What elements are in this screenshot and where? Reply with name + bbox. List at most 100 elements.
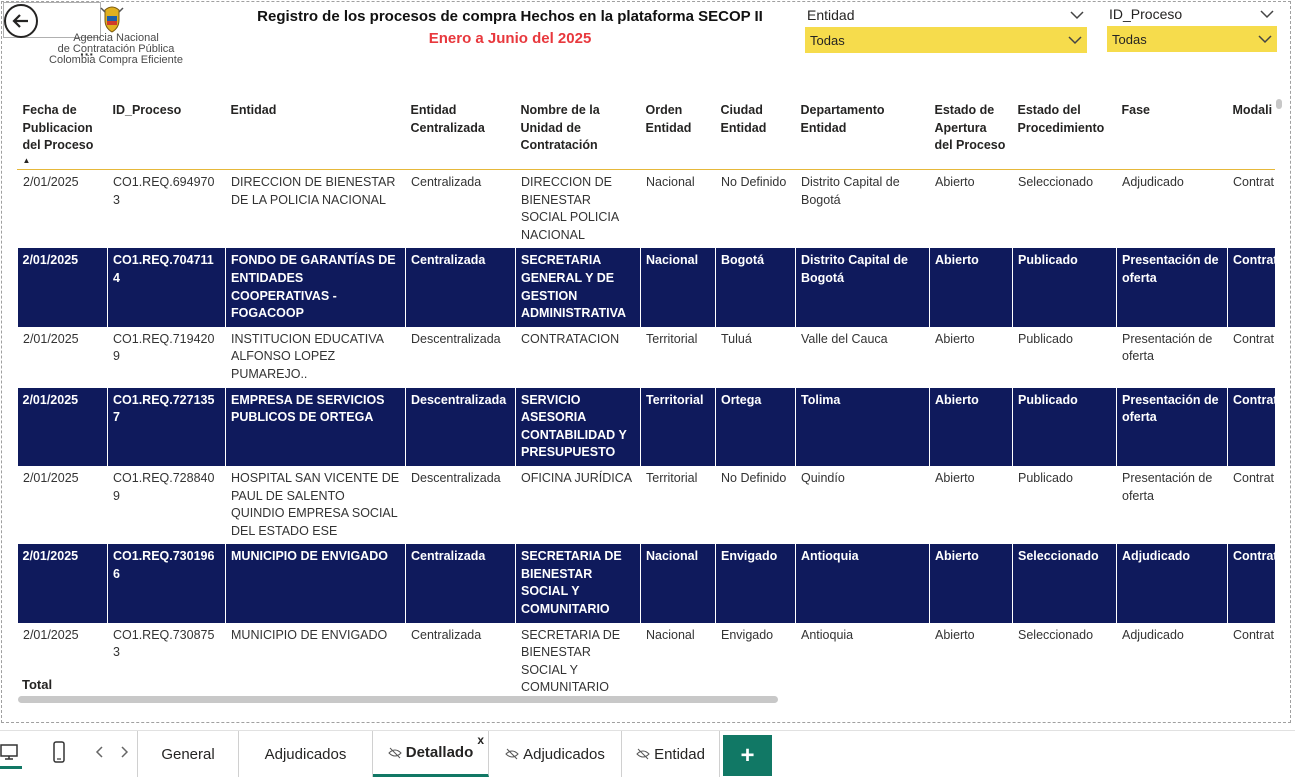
coat-of-arms-icon	[100, 6, 124, 33]
table-cell: CO1.REQ.7308753	[107, 622, 226, 695]
table-cell: CO1.REQ.7301966	[107, 544, 226, 623]
table-cell: Publicado	[1012, 387, 1117, 466]
tab-adjudicados[interactable]: Adjudicados	[239, 731, 373, 777]
table-cell: Centralizada	[405, 622, 516, 695]
table-cell: Abierto	[929, 387, 1013, 466]
column-header[interactable]: Fase	[1116, 98, 1228, 170]
table-cell: Publicado	[1012, 248, 1117, 327]
table-row[interactable]: 2/01/2025 CO1.REQ.7194209 INSTITUCION EDUC…	[17, 326, 1275, 388]
hidden-page-icon	[388, 747, 402, 758]
table-cell: Bogotá	[715, 248, 796, 327]
table-cell: FONDO DE GARANTÍAS DE ENTIDADES COOPERAT…	[225, 248, 406, 327]
table-cell: Presentación de oferta	[1116, 248, 1228, 327]
close-tab-button[interactable]: x	[477, 733, 484, 747]
tab-label: Entidad	[654, 745, 705, 763]
tab-adjudicados-hidden[interactable]: Adjudicados	[489, 731, 622, 777]
scroll-tabs-right-button[interactable]	[120, 745, 130, 764]
table-row[interactable]: 2/01/2025 CO1.REQ.7271357 EMPRESA DE SERVI…	[17, 387, 1275, 466]
vertical-scrollbar[interactable]	[1276, 99, 1282, 109]
more-options-icon[interactable]: ···	[80, 46, 94, 62]
slicer-id-proceso[interactable]: ID_Proceso Todas	[1107, 2, 1277, 52]
logo-text: Agencia Nacional de Contratación Pública…	[36, 33, 196, 66]
mobile-view-button[interactable]	[52, 741, 66, 768]
table-cell: CO1.REQ.7271357	[107, 387, 226, 466]
column-header[interactable]: ID_Proceso	[107, 98, 226, 170]
table-cell: Seleccionado	[1012, 169, 1117, 249]
table-cell: Territorial	[640, 465, 716, 545]
table-cell: 2/01/2025	[17, 326, 108, 388]
table-row[interactable]: 2/01/2025 CO1.REQ.7288409 HOSPITAL SAN VIC…	[17, 465, 1275, 545]
tab-label: General	[161, 745, 215, 763]
slicer-id-proceso-label: ID_Proceso	[1109, 6, 1183, 22]
column-header[interactable]: Estado del Procedimiento	[1012, 98, 1117, 170]
slicer-entidad-dropdown[interactable]: Todas	[805, 27, 1087, 53]
desktop-view-button[interactable]	[0, 739, 22, 769]
table-cell: Contrat	[1227, 169, 1275, 249]
table-cell: Centralizada	[405, 544, 516, 623]
table-cell: Distrito Capital de Bogotá	[795, 248, 930, 327]
table-cell: HOSPITAL SAN VICENTE DE PAUL DE SALENTO …	[225, 465, 406, 545]
horizontal-scrollbar[interactable]	[18, 696, 778, 703]
chevron-down-icon[interactable]	[1070, 10, 1084, 20]
table-cell: Publicado	[1012, 326, 1117, 388]
back-button[interactable]	[4, 4, 38, 38]
table-cell: 2/01/2025	[17, 544, 108, 623]
table-cell: 2/01/2025	[17, 248, 108, 327]
table-cell: Antioquia	[795, 544, 930, 623]
table-cell: Contrat	[1227, 544, 1275, 623]
table-cell: Contrat	[1227, 622, 1275, 695]
tab-entidad[interactable]: Entidad	[622, 731, 720, 777]
table-cell: EMPRESA DE SERVICIOS PUBLICOS DE ORTEGA	[225, 387, 406, 466]
table-cell: Territorial	[640, 387, 716, 466]
data-table[interactable]: Fecha de Publicacion del Proceso ▲ ID_Pr…	[17, 98, 1275, 695]
column-header[interactable]: Fecha de Publicacion del Proceso ▲	[17, 98, 108, 170]
table-cell: CO1.REQ.7047114	[107, 248, 226, 327]
column-header[interactable]: Modali Contra	[1227, 98, 1275, 170]
column-header[interactable]: Entidad	[225, 98, 406, 170]
slicer-id-proceso-dropdown[interactable]: Todas	[1107, 26, 1277, 52]
scroll-tabs-left-button[interactable]	[94, 745, 104, 764]
table-cell: Contrat especia	[1227, 326, 1275, 388]
table-row[interactable]: 2/01/2025 CO1.REQ.7308753 MUNICIPIO DE ENV…	[17, 622, 1275, 695]
table-cell: Adjudicado	[1116, 544, 1228, 623]
slicer-entidad-value: Todas	[810, 32, 845, 48]
table-cell: Adjudicado	[1116, 622, 1228, 695]
tab-detallado[interactable]: Detallado x	[373, 731, 489, 777]
table-cell: INSTITUCION EDUCATIVA ALFONSO LOPEZ PUMA…	[225, 326, 406, 388]
table-cell: Centralizada	[405, 169, 516, 249]
column-header[interactable]: Ciudad Entidad	[715, 98, 796, 170]
column-header[interactable]: Estado de Apertura del Proceso	[929, 98, 1013, 170]
table-cell: Abierto	[929, 544, 1013, 623]
table-cell: Contrat especia	[1227, 465, 1275, 545]
table-cell: Quindío	[795, 465, 930, 545]
table-cell: Tolima	[795, 387, 930, 466]
chevron-down-icon[interactable]	[1260, 9, 1274, 19]
table-cell: Nacional	[640, 169, 716, 249]
add-page-button[interactable]: +	[723, 735, 772, 776]
table-cell: Distrito Capital de Bogotá	[795, 169, 930, 249]
table-cell: MUNICIPIO DE ENVIGADO	[225, 544, 406, 623]
slicer-entidad[interactable]: Entidad Todas	[805, 3, 1087, 53]
slicer-entidad-label: Entidad	[807, 7, 855, 23]
column-header[interactable]: Nombre de la Unidad de Contratación	[515, 98, 641, 170]
table-row[interactable]: 2/01/2025 CO1.REQ.7047114 FONDO DE GARANTÍ…	[17, 248, 1275, 327]
table-row[interactable]: 2/01/2025 CO1.REQ.7301966 MUNICIPIO DE ENV…	[17, 544, 1275, 623]
sort-ascending-icon: ▲	[22, 155, 31, 165]
column-header[interactable]: Entidad Centralizada	[405, 98, 516, 170]
column-header[interactable]: Orden Entidad	[640, 98, 716, 170]
table-cell: Abierto	[929, 622, 1013, 695]
table-cell: Envigado	[715, 622, 796, 695]
table-cell: DIRECCION DE BIENESTAR DE LA POLICIA NAC…	[225, 169, 406, 249]
caret-right-icon	[121, 746, 129, 758]
table-cell: Presentación de oferta	[1116, 326, 1228, 388]
table-cell: Abierto	[929, 169, 1013, 249]
table-cell: Nacional	[640, 622, 716, 695]
chevron-down-icon	[1068, 36, 1082, 45]
column-header[interactable]: Departamento Entidad	[795, 98, 930, 170]
caret-left-icon	[95, 746, 103, 758]
table-cell: OFICINA JURÍDICA	[515, 465, 641, 545]
column-header-label: Fecha de Publicacion del Proceso	[22, 103, 94, 152]
table-row[interactable]: 2/01/2025 CO1.REQ.6949703 DIRECCION DE BIE…	[17, 169, 1275, 249]
tab-general[interactable]: General	[138, 731, 239, 777]
table-cell: Publicado	[1012, 465, 1117, 545]
